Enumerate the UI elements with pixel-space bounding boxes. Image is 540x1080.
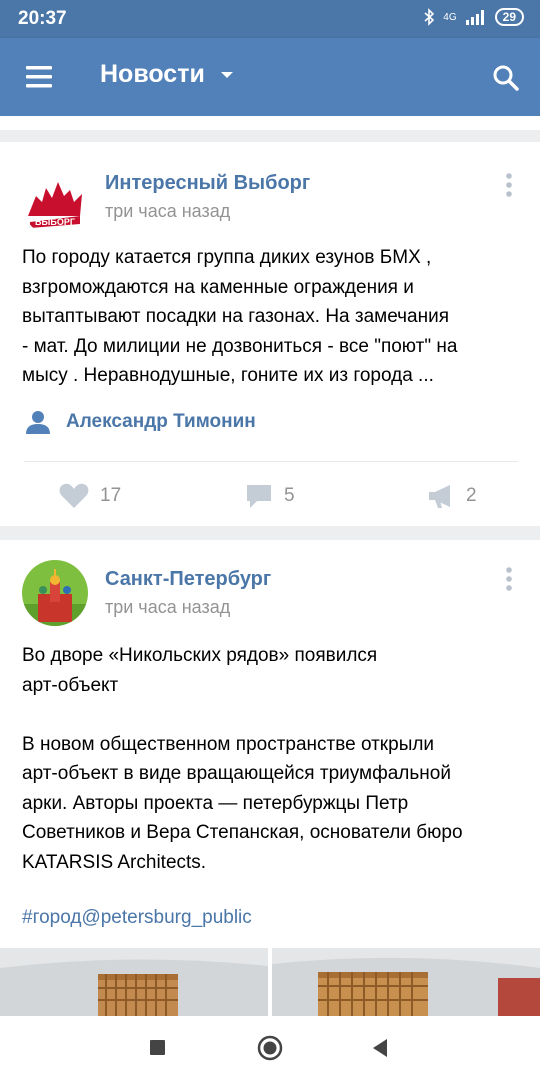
post-time: три часа назад [105, 201, 231, 221]
post-more-button[interactable] [498, 170, 520, 204]
post-text-line: арт-объект [22, 674, 119, 696]
divider [24, 461, 518, 462]
post-time: три часа назад [105, 597, 231, 617]
spb-cathedral-image [22, 560, 88, 626]
nav-back-icon [373, 1039, 387, 1057]
heart-icon [59, 483, 89, 508]
comment-count: 5 [284, 485, 295, 506]
like-button[interactable]: 17 [58, 482, 121, 510]
post-text-line: арт-объект в виде вращающейся триумфальн… [22, 763, 451, 784]
post-text-line: взгромождаются на каменные ограждения и [22, 276, 414, 298]
post-text-line: вытаптывают посадки на газонах. На замеч… [22, 306, 450, 327]
network-type: 4G [443, 11, 457, 23]
share-button[interactable]: 2 [426, 482, 477, 510]
arch-photo [0, 948, 268, 1016]
share-icon [429, 485, 450, 508]
chevron-down-icon [220, 71, 233, 78]
more-vertical-icon [506, 173, 512, 197]
top-app-bar: Новости [0, 38, 540, 116]
post-text-line: арки. Авторы проекта — петербуржцы Петр [22, 792, 409, 814]
back-button[interactable] [366, 1034, 394, 1062]
post-text-line: - мат. До милиции не дозвониться - все "… [22, 335, 458, 357]
post-text-line: По городу катается группа диких езунов Б… [22, 247, 432, 268]
nav-square-icon [150, 1040, 165, 1055]
svg-text:ВЫБОРГ: ВЫБОРГ [35, 217, 75, 227]
status-icons: 4G 29 [423, 8, 524, 26]
recent-apps-button[interactable] [144, 1034, 172, 1062]
hamburger-menu-icon [26, 66, 52, 88]
status-time: 20:37 [18, 8, 67, 29]
post-photo[interactable] [0, 948, 268, 1016]
page-title: Новости [100, 60, 205, 88]
hamburger-menu-button[interactable] [14, 57, 62, 97]
post-hashtag[interactable]: #город@petersburg_public [22, 907, 252, 929]
search-button[interactable] [486, 58, 526, 98]
post-signer[interactable]: Александр Тимонин [24, 408, 256, 436]
share-count: 2 [466, 485, 477, 506]
post-text-line: мысу . Неравнодушные, гоните их из город… [22, 365, 434, 386]
post-text: По городу катается группа диких езунов Б… [22, 243, 522, 391]
post-card: ВЫБОРГ Интересный Выборг три часа назад … [0, 142, 540, 526]
signal-icon [465, 10, 484, 25]
person-icon [26, 411, 50, 434]
post-text-line: Во дворе «Никольских рядов» появился [22, 645, 378, 666]
search-icon [493, 65, 519, 91]
previous-post-edge [0, 116, 540, 130]
home-button[interactable] [256, 1034, 284, 1062]
community-avatar[interactable]: ВЫБОРГ [22, 170, 88, 236]
comment-icon [247, 485, 271, 508]
system-navigation-bar [0, 1016, 540, 1080]
comment-button[interactable]: 5 [244, 482, 295, 510]
bluetooth-icon [424, 8, 435, 26]
nav-circle-icon [257, 1035, 283, 1061]
signer-name: Александр Тимонин [66, 411, 256, 432]
post-text-line [22, 700, 522, 730]
post-more-button[interactable] [498, 564, 520, 598]
like-count: 17 [100, 485, 122, 506]
arch-photo [272, 948, 540, 1016]
battery-indicator: 29 [494, 8, 524, 26]
post-card: Санкт-Петербург три часа назад Во дворе … [0, 540, 540, 1016]
post-text-line: KATARSIS Architects. [22, 851, 207, 873]
post-text-line: Советников и Вера Степанская, основатели… [22, 822, 463, 843]
community-avatar[interactable] [22, 560, 88, 626]
post-text: Во дворе «Никольских рядов» появился арт… [22, 641, 522, 877]
vyborg-logo: ВЫБОРГ [22, 170, 88, 236]
post-author[interactable]: Интересный Выборг [105, 172, 310, 195]
post-author[interactable]: Санкт-Петербург [105, 568, 271, 591]
more-vertical-icon [506, 567, 512, 591]
status-bar: 20:37 4G 29 [0, 0, 540, 38]
feed-title-dropdown[interactable]: Новости [100, 60, 239, 89]
post-text-line: В новом общественном пространстве открыл… [22, 733, 435, 755]
post-photo[interactable] [272, 948, 540, 1016]
